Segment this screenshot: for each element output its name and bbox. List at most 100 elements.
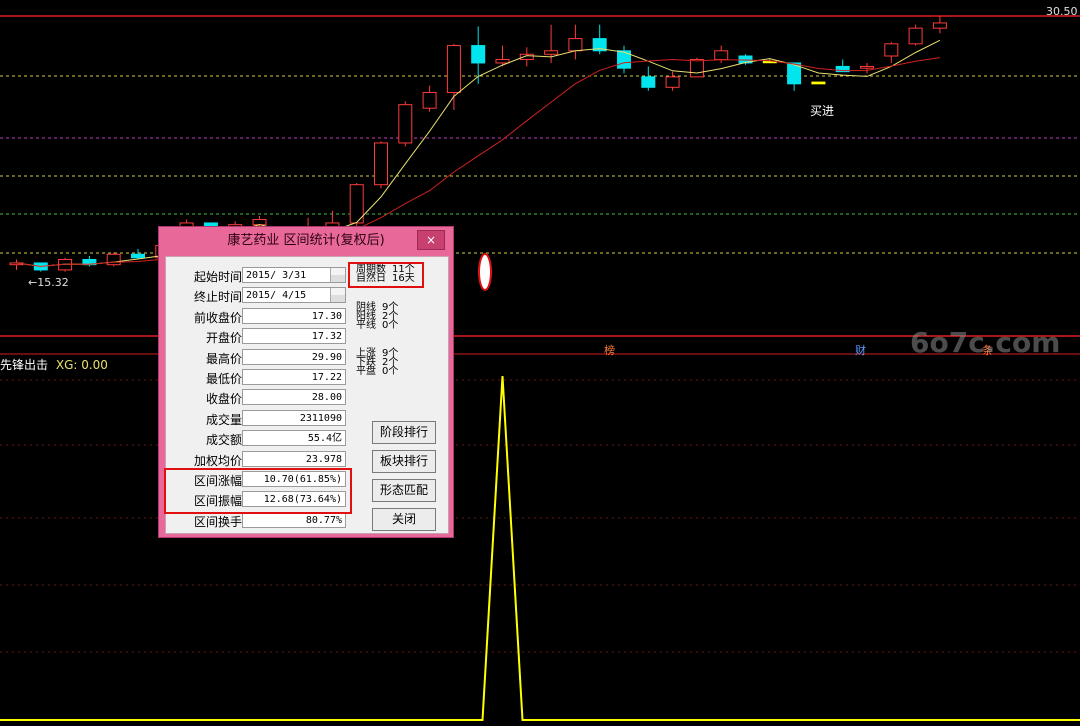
candle-body	[374, 142, 388, 186]
stage-rank-button[interactable]: 阶段排行	[372, 421, 436, 444]
field-row: 区间换手 80.77%	[166, 511, 356, 530]
date-spinner[interactable]	[330, 268, 345, 282]
candle	[641, 66, 656, 91]
candle	[884, 42, 899, 63]
candle-body	[422, 92, 437, 109]
field-label: 区间换手	[193, 514, 242, 529]
date-field[interactable]: 2015/ 3/31	[242, 267, 346, 283]
indicator-xg-value: XG: 0.00	[55, 358, 108, 372]
candle	[9, 259, 24, 270]
field-label: 终止时间	[193, 290, 242, 305]
candle	[665, 71, 680, 91]
field-value: 2015/ 3/31	[246, 270, 307, 281]
event-mark-1: 榜	[604, 344, 615, 357]
price-min-label: ←15.32	[28, 276, 69, 289]
field-label: 成交额	[205, 433, 242, 448]
candle	[592, 24, 607, 55]
candle-body	[544, 50, 559, 55]
candle	[908, 24, 923, 46]
field-row: 起始时间 2015/ 3/31	[166, 267, 356, 285]
ma-long-line	[16, 57, 940, 267]
highlight-period-count	[348, 262, 424, 288]
field-label: 加权均价	[193, 453, 242, 468]
stat-label: 平线	[356, 320, 376, 331]
field-row: 前收盘价 17.30	[166, 307, 356, 326]
candle	[374, 141, 388, 189]
candle-body	[811, 81, 826, 85]
field-row: 加权均价 23.978	[166, 450, 356, 469]
field-value: 2015/ 4/15	[246, 290, 307, 302]
buy-signal-label: 买进	[810, 104, 835, 118]
field-row: 终止时间 2015/ 4/15	[166, 287, 356, 305]
date-field[interactable]: 2015/ 4/15	[242, 287, 346, 304]
candle	[860, 62, 874, 74]
candle	[33, 262, 48, 272]
event-mark-2: 财	[855, 344, 866, 357]
value-field: 17.22	[242, 369, 346, 385]
field-label: 起始时间	[193, 270, 242, 284]
indicator-title: 先锋出击	[0, 358, 49, 372]
candle-body	[860, 65, 874, 69]
value-field: 29.90	[242, 348, 346, 365]
field-value: 23.978	[305, 453, 342, 465]
field-value: 29.90	[311, 351, 342, 363]
candle-body	[495, 58, 510, 64]
value-field: 17.32	[242, 328, 346, 345]
highlight-interval-range	[164, 468, 352, 514]
candle-body	[446, 45, 461, 94]
field-row: 成交量 2311090	[166, 409, 356, 428]
field-label: 最高价	[205, 351, 242, 366]
candle	[471, 26, 486, 84]
watermark: 6o7c.com	[910, 326, 1061, 359]
candle	[349, 182, 364, 227]
field-value: 28.00	[311, 392, 342, 404]
field-value: 17.22	[311, 372, 342, 383]
field-value: 55.4亿	[307, 433, 342, 445]
stat-item: 平线 0个	[356, 321, 398, 331]
date-spinner[interactable]	[330, 288, 345, 303]
close-icon[interactable]: ×	[417, 230, 445, 250]
field-row: 最低价 17.22	[166, 369, 356, 387]
candle-body	[689, 58, 704, 78]
field-value: 17.30	[311, 310, 342, 322]
candle-body	[568, 38, 583, 52]
candle-body	[131, 253, 145, 259]
candle	[398, 101, 413, 147]
field-value: 2311090	[299, 412, 342, 424]
field-row: 成交额 55.4亿	[166, 430, 356, 448]
candle	[617, 45, 631, 74]
candle	[106, 252, 121, 267]
candle-series	[9, 16, 947, 272]
field-value: 17.32	[311, 331, 342, 343]
field-value: 80.77%	[305, 514, 342, 526]
candle	[811, 81, 826, 85]
field-label: 收盘价	[205, 392, 242, 407]
candle	[446, 43, 461, 110]
field-label: 成交量	[205, 412, 242, 427]
value-field: 2311090	[242, 409, 346, 426]
field-row: 最高价 29.90	[166, 348, 356, 367]
candle-body	[665, 76, 680, 88]
candle	[422, 85, 437, 112]
stat-item: 平盘 0个	[356, 367, 398, 377]
candle-body	[884, 43, 899, 57]
close-button[interactable]: 关闭	[372, 508, 436, 531]
value-field: 55.4亿	[242, 430, 346, 447]
pattern-match-button[interactable]: 形态匹配	[372, 479, 436, 502]
candle-body	[908, 27, 923, 45]
field-row: 收盘价 28.00	[166, 389, 356, 407]
value-field: 28.00	[242, 389, 346, 406]
candle	[787, 62, 802, 91]
signal-marker-oval	[478, 253, 492, 291]
sector-rank-button[interactable]: 板块排行	[372, 450, 436, 473]
field-label: 前收盘价	[193, 310, 242, 325]
stat-value: 0个	[382, 366, 399, 377]
stat-value: 0个	[382, 320, 399, 331]
candle-body	[471, 45, 486, 64]
candle	[568, 24, 583, 60]
value-field: 17.30	[242, 307, 346, 324]
stat-label: 平盘	[356, 366, 376, 377]
candle	[82, 256, 97, 267]
field-label: 开盘价	[205, 331, 242, 346]
candle-body	[398, 104, 413, 144]
